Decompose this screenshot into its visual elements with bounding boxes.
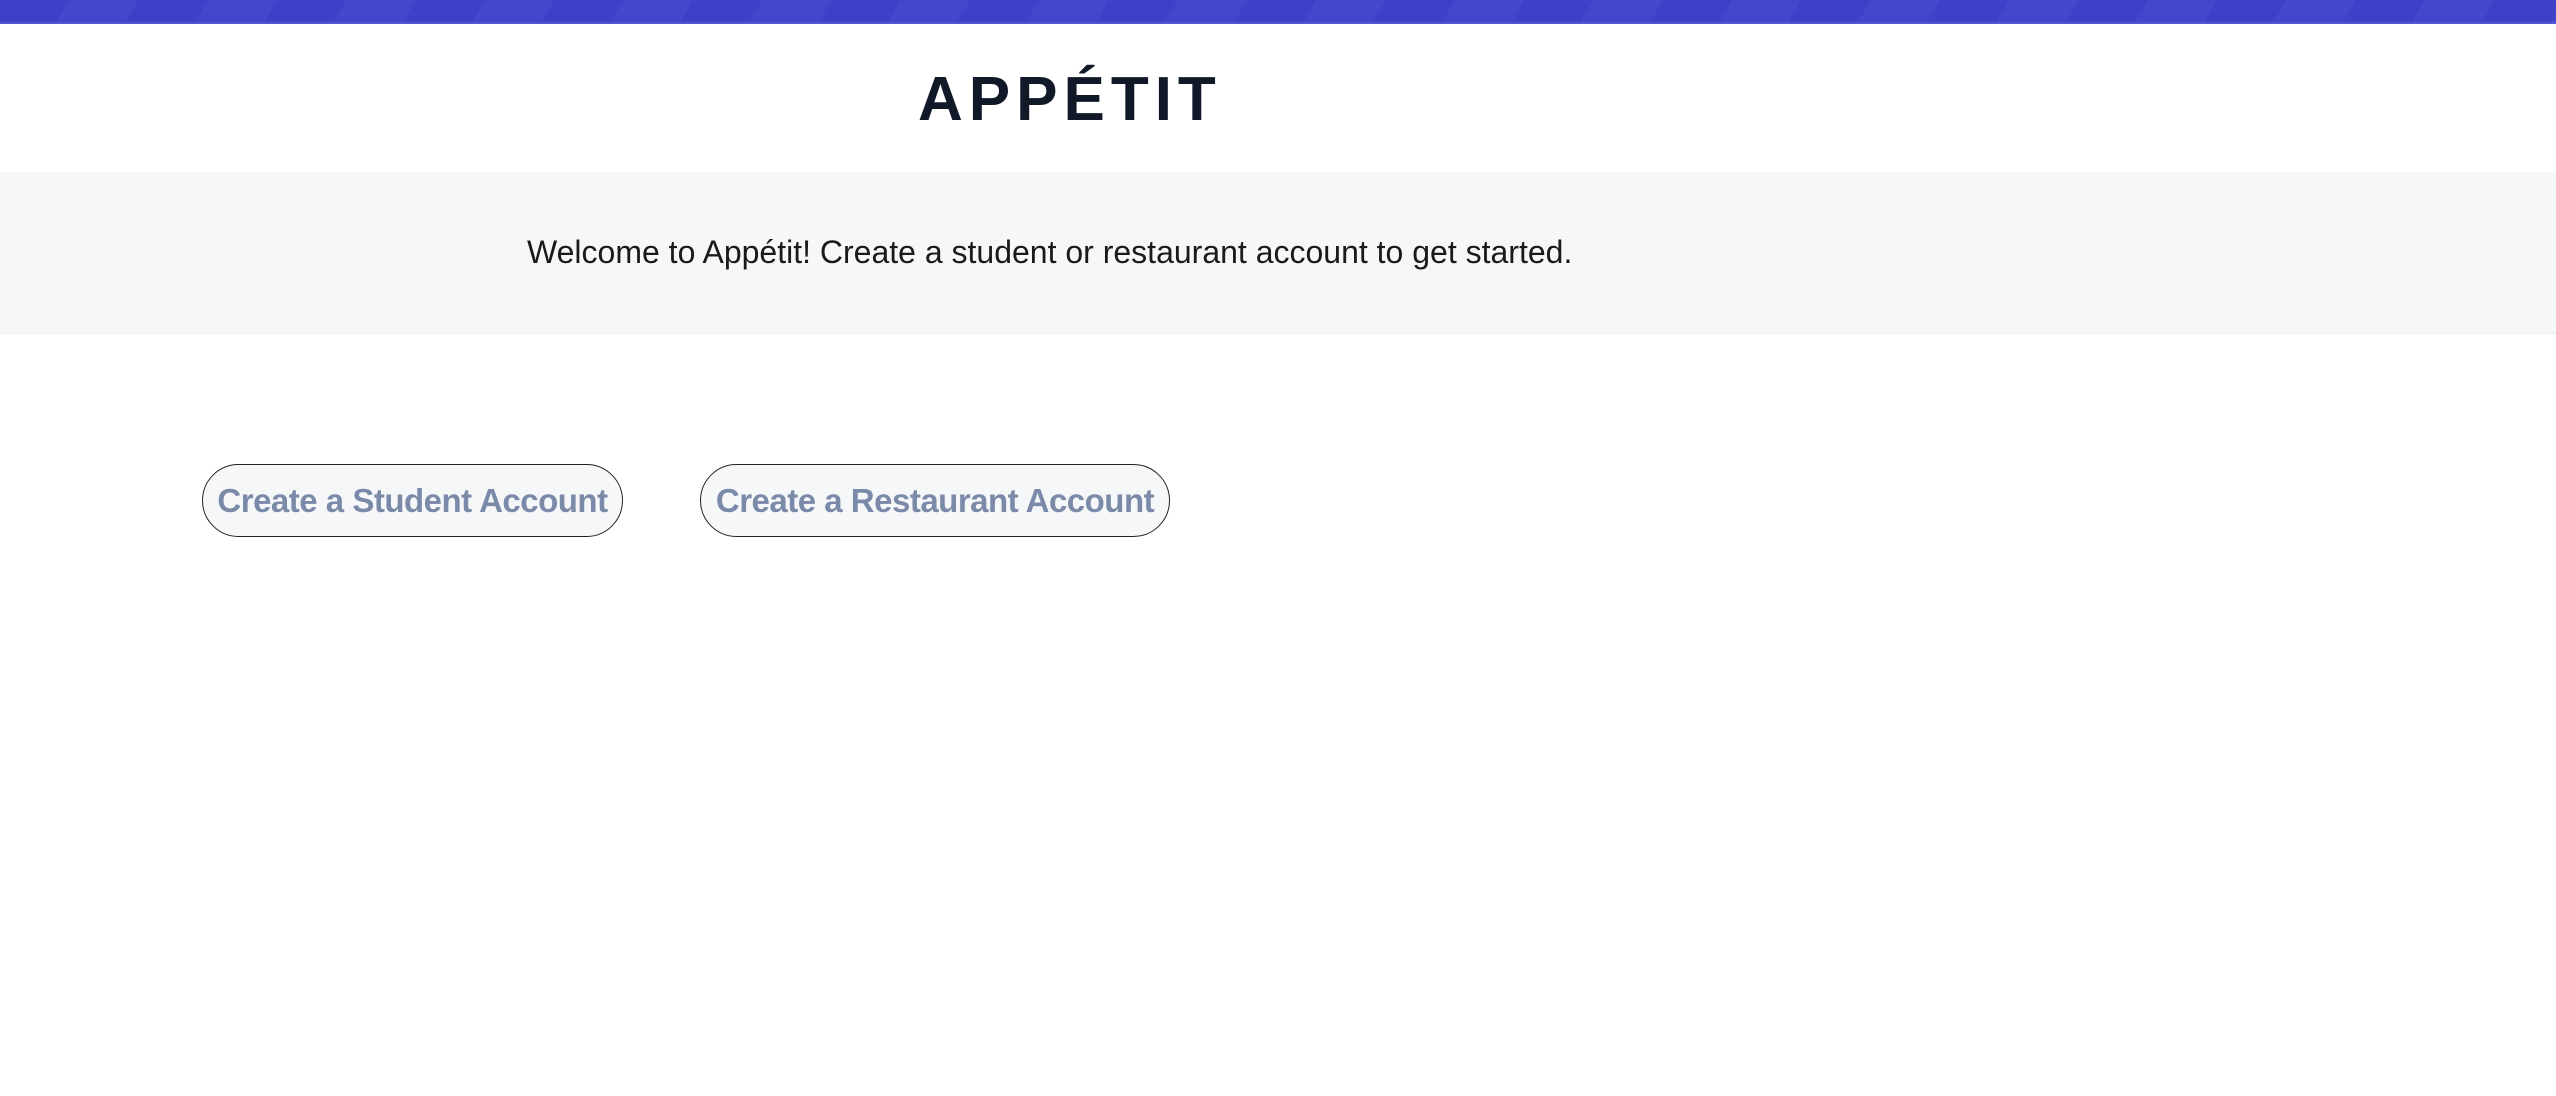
top-bar	[0, 0, 2556, 24]
welcome-banner: Welcome to Appétit! Create a student or …	[0, 172, 2556, 334]
welcome-text: Welcome to Appétit! Create a student or …	[527, 234, 1573, 270]
create-restaurant-account-button[interactable]: Create a Restaurant Account	[700, 464, 1170, 537]
header: APPÉTIT	[0, 24, 2556, 172]
app-title: APPÉTIT	[918, 65, 1222, 134]
create-student-account-button[interactable]: Create a Student Account	[202, 464, 623, 537]
